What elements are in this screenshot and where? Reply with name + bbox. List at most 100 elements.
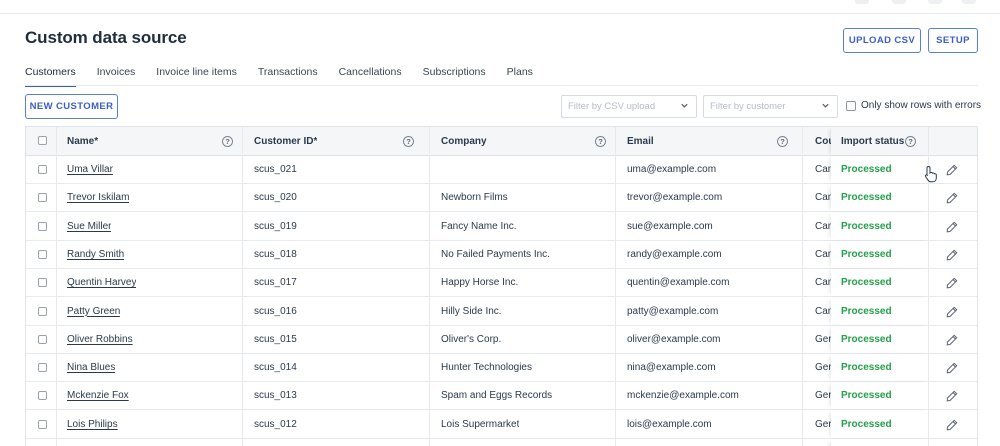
customer-name-link[interactable]: Uma Villar: [67, 164, 113, 175]
question-circle-icon[interactable]: ?: [222, 136, 233, 147]
setup-button[interactable]: SETUP: [928, 28, 978, 53]
table-row[interactable]: Uma Villar scus_021 uma@example.com Can …: [26, 156, 977, 184]
pencil-icon[interactable]: [946, 419, 958, 431]
tab-invoice-line-items[interactable]: Invoice line items: [156, 66, 237, 87]
customer-name-link[interactable]: Randy Smith: [67, 249, 124, 260]
import-status-badge: Processed: [841, 333, 892, 345]
import-status-badge: Processed: [841, 220, 892, 232]
customer-id: scus_017: [254, 277, 297, 289]
column-divider: [429, 127, 430, 446]
upload-csv-button[interactable]: UPLOAD CSV: [843, 28, 921, 53]
pencil-icon[interactable]: [946, 306, 958, 318]
customer-name-link[interactable]: Quentin Harvey: [67, 277, 136, 288]
company: No Failed Payments Inc.: [441, 248, 550, 260]
pencil-icon[interactable]: [946, 192, 958, 204]
country: Can: [815, 305, 831, 317]
column-header-name[interactable]: Name*: [67, 127, 98, 155]
row-checkbox[interactable]: [38, 334, 47, 344]
top-bar: [0, 0, 1000, 14]
row-checkbox[interactable]: [38, 278, 47, 288]
table-row[interactable]: Quentin Harvey scus_017 Happy Horse Inc.…: [26, 269, 977, 298]
row-checkbox[interactable]: [38, 249, 47, 259]
pencil-icon[interactable]: [946, 334, 958, 346]
company: Hilly Side Inc.: [441, 305, 502, 317]
tabs-divider: [25, 85, 978, 86]
country: Ger: [815, 362, 831, 374]
column-header-customer-id[interactable]: Customer ID*: [254, 127, 317, 155]
row-checkbox[interactable]: [38, 391, 47, 401]
top-bar-tab: [928, 0, 942, 4]
pencil-icon[interactable]: [946, 249, 958, 261]
column-header-email[interactable]: Email: [627, 127, 654, 155]
tab-bar: Customers Invoices Invoice line items Tr…: [25, 66, 554, 87]
import-status-badge: Processed: [841, 277, 892, 289]
customer-name-link[interactable]: Trevor Iskilam: [67, 192, 129, 203]
pencil-icon[interactable]: [946, 164, 958, 176]
row-checkbox[interactable]: [38, 306, 47, 316]
top-bar-tab: [962, 0, 976, 4]
errors-only-checkbox[interactable]: [846, 101, 856, 111]
hand-pointer-icon: [924, 165, 937, 183]
customer-id: scus_021: [254, 164, 297, 175]
pencil-icon[interactable]: [946, 390, 958, 402]
tab-customers[interactable]: Customers: [25, 66, 76, 87]
customer-name-link[interactable]: Lois Philips: [67, 419, 118, 430]
customer-name-link[interactable]: Nina Blues: [67, 362, 115, 373]
company: Oliver's Corp.: [441, 333, 502, 345]
question-circle-icon[interactable]: ?: [905, 136, 916, 147]
column-divider: [802, 127, 803, 446]
email: nina@example.com: [627, 362, 716, 374]
chevron-down-icon: [822, 103, 829, 108]
question-circle-icon[interactable]: ?: [595, 136, 606, 147]
tab-cancellations[interactable]: Cancellations: [339, 66, 402, 87]
column-divider: [242, 127, 243, 446]
import-status-badge: Processed: [841, 390, 892, 402]
tab-transactions[interactable]: Transactions: [258, 66, 318, 87]
email: lois@example.com: [627, 418, 712, 430]
csv-upload-filter[interactable]: Filter by CSV upload: [561, 95, 697, 118]
pencil-icon[interactable]: [946, 362, 958, 374]
new-customer-button[interactable]: NEW CUSTOMER: [25, 94, 118, 119]
question-circle-icon[interactable]: ?: [777, 136, 788, 147]
email: uma@example.com: [627, 164, 717, 175]
customer-filter[interactable]: Filter by customer: [703, 95, 838, 118]
email: patty@example.com: [627, 305, 719, 317]
tab-invoices[interactable]: Invoices: [97, 66, 136, 87]
pencil-icon[interactable]: [946, 221, 958, 233]
country: Can: [815, 277, 831, 289]
customer-name-link[interactable]: Patty Green: [67, 306, 120, 317]
row-checkbox[interactable]: [38, 363, 47, 373]
company: Spam and Eggs Records: [441, 390, 553, 402]
row-checkbox[interactable]: [38, 419, 47, 429]
row-checkbox[interactable]: [38, 193, 47, 203]
customer-name-link[interactable]: Oliver Robbins: [67, 334, 133, 345]
errors-only-label: Only show rows with errors: [861, 100, 982, 111]
table-row[interactable]: Oliver Robbins scus_015 Oliver's Corp. o…: [26, 325, 977, 354]
column-header-import-status[interactable]: Import status: [841, 127, 904, 155]
table-row[interactable]: Lois Philips scus_012 Lois Supermarket l…: [26, 410, 977, 439]
chevron-down-icon: [681, 103, 688, 108]
pencil-icon[interactable]: [946, 277, 958, 289]
table-row[interactable]: Mckenzie Fox scus_013 Spam and Eggs Reco…: [26, 382, 977, 411]
tab-plans[interactable]: Plans: [507, 66, 533, 87]
row-checkbox[interactable]: [38, 221, 47, 231]
column-header-company[interactable]: Company: [441, 127, 487, 155]
table-row[interactable]: Nina Blues scus_014 Hunter Technologies …: [26, 354, 977, 383]
table-row[interactable]: Trevor Iskilam scus_020 Newborn Films tr…: [26, 184, 977, 213]
table-row[interactable]: Sue Miller scus_019 Fancy Name Inc. sue@…: [26, 212, 977, 241]
table-row[interactable]: Randy Smith scus_018 No Failed Payments …: [26, 240, 977, 269]
customer-name-link[interactable]: Mckenzie Fox: [67, 390, 129, 401]
customer-name-link[interactable]: Sue Miller: [67, 221, 111, 232]
company: Hunter Technologies: [441, 362, 532, 374]
email: oliver@example.com: [627, 333, 721, 345]
company: Newborn Films: [441, 192, 508, 204]
import-status-badge: Processed: [841, 362, 892, 374]
select-all-checkbox[interactable]: [38, 136, 47, 145]
import-status-badge: Processed: [841, 192, 892, 204]
row-checkbox[interactable]: [38, 165, 47, 174]
customers-table: Name* ? Customer ID* ? Company ? Email ?…: [25, 126, 978, 446]
question-circle-icon[interactable]: ?: [403, 136, 414, 147]
email: mckenzie@example.com: [627, 390, 739, 402]
table-row[interactable]: Patty Green scus_016 Hilly Side Inc. pat…: [26, 297, 977, 326]
tab-subscriptions[interactable]: Subscriptions: [423, 66, 486, 87]
